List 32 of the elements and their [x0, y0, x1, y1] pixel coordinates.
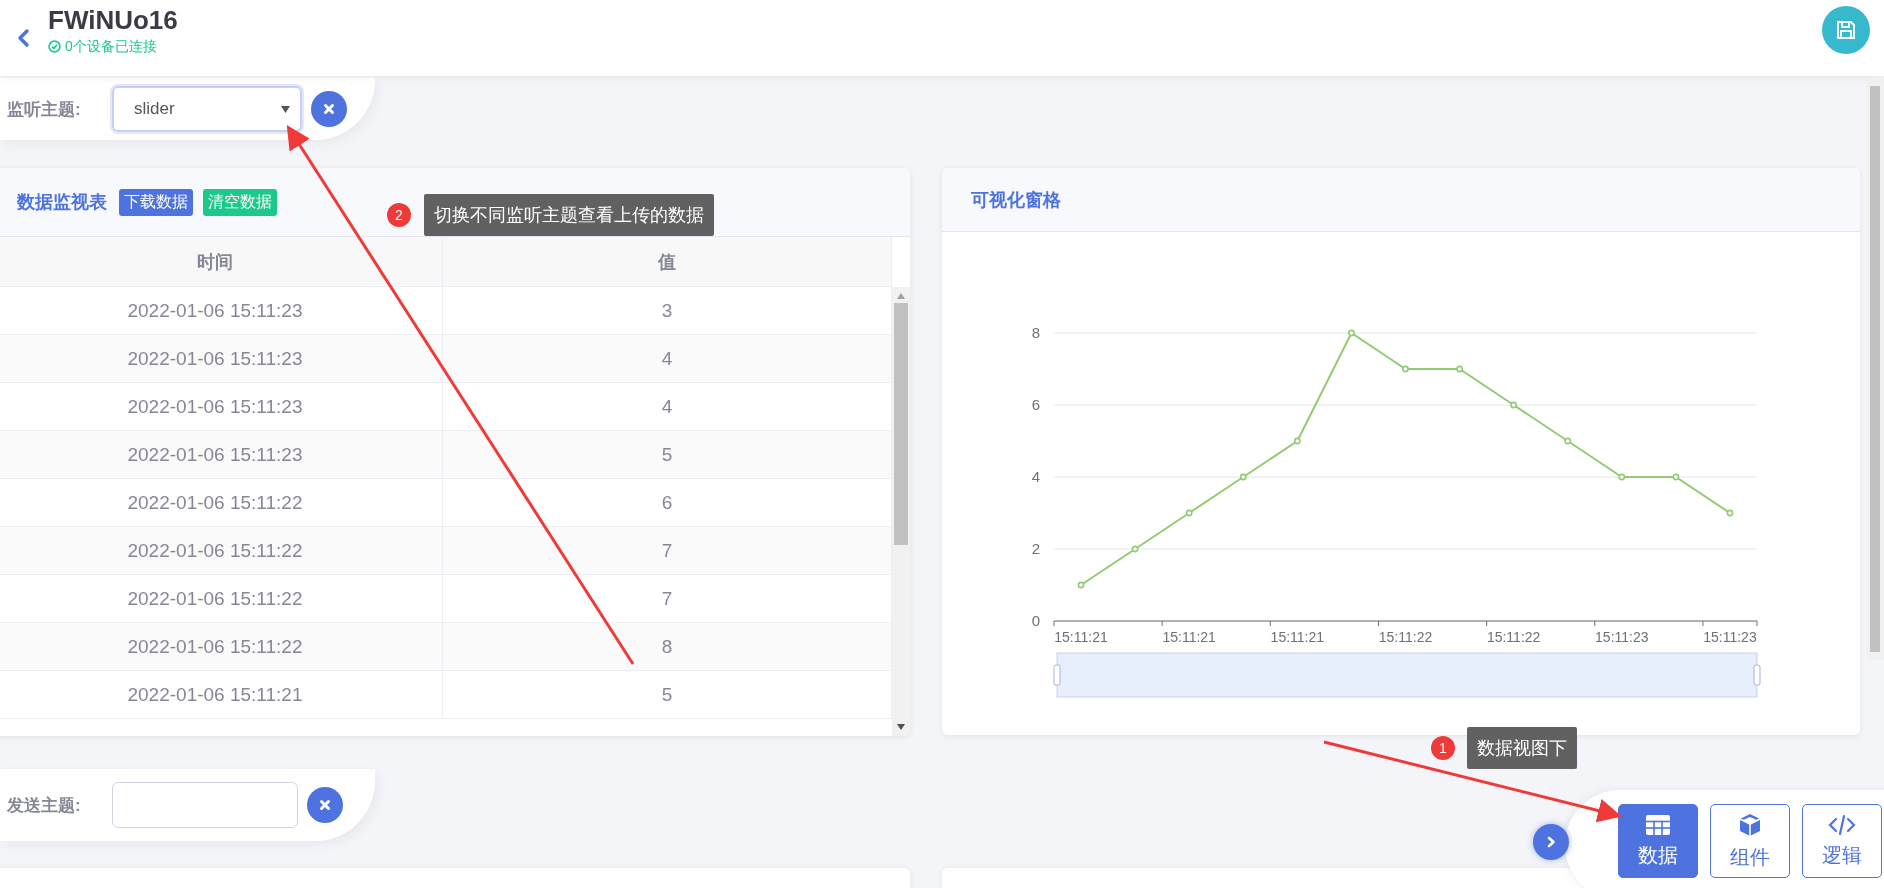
- x-tick-label: 15:11:21: [1162, 629, 1216, 645]
- x-tick-label: 15:11:22: [1486, 629, 1541, 645]
- table-cell: 2022-01-06 15:11:23: [0, 383, 443, 430]
- table-cell: 2022-01-06 15:11:23: [0, 335, 443, 382]
- x-tick-label: 15:11:23: [1595, 629, 1649, 645]
- column-header: 值: [443, 237, 892, 286]
- x-tick-label: 15:11:22: [1378, 629, 1433, 645]
- y-tick-label: 4: [1031, 468, 1040, 485]
- table-cell: 2022-01-06 15:11:21: [0, 671, 443, 718]
- table-cell: 2022-01-06 15:11:23: [0, 431, 443, 478]
- column-header: 时间: [0, 237, 443, 286]
- y-tick-label: 6: [1031, 396, 1040, 413]
- table-cell: 2022-01-06 15:11:22: [0, 575, 443, 622]
- y-tick-label: 2: [1031, 540, 1040, 557]
- y-tick-label: 0: [1031, 612, 1040, 629]
- card-title: 可视化窗格: [971, 188, 1061, 212]
- x-tick-label: 15:11:21: [1270, 629, 1325, 645]
- y-tick-label: 8: [1031, 324, 1040, 341]
- annotation-tooltip: 切换不同监听主题查看上传的数据: [424, 194, 714, 236]
- send-topic-label: 发送主题:: [7, 794, 82, 817]
- x-tick-label: 15:11:21: [1054, 629, 1108, 645]
- card-title: 数据监视表: [17, 191, 107, 214]
- step-badge: 1: [1431, 736, 1455, 760]
- connection-status: 0个设备已连接: [65, 37, 157, 56]
- table-cell: 2022-01-06 15:11:23: [0, 287, 443, 334]
- device-title: FWiNUo16: [48, 4, 178, 36]
- listen-topic-label: 监听主题:: [7, 98, 82, 121]
- table-cell: 2022-01-06 15:11:22: [0, 623, 443, 670]
- x-tick-label: 15:11:23: [1703, 629, 1757, 645]
- table-cell: 2022-01-06 15:11:22: [0, 479, 443, 526]
- table-cell: 2022-01-06 15:11:22: [0, 527, 443, 574]
- annotation-tooltip: 数据视图下: [1467, 727, 1577, 769]
